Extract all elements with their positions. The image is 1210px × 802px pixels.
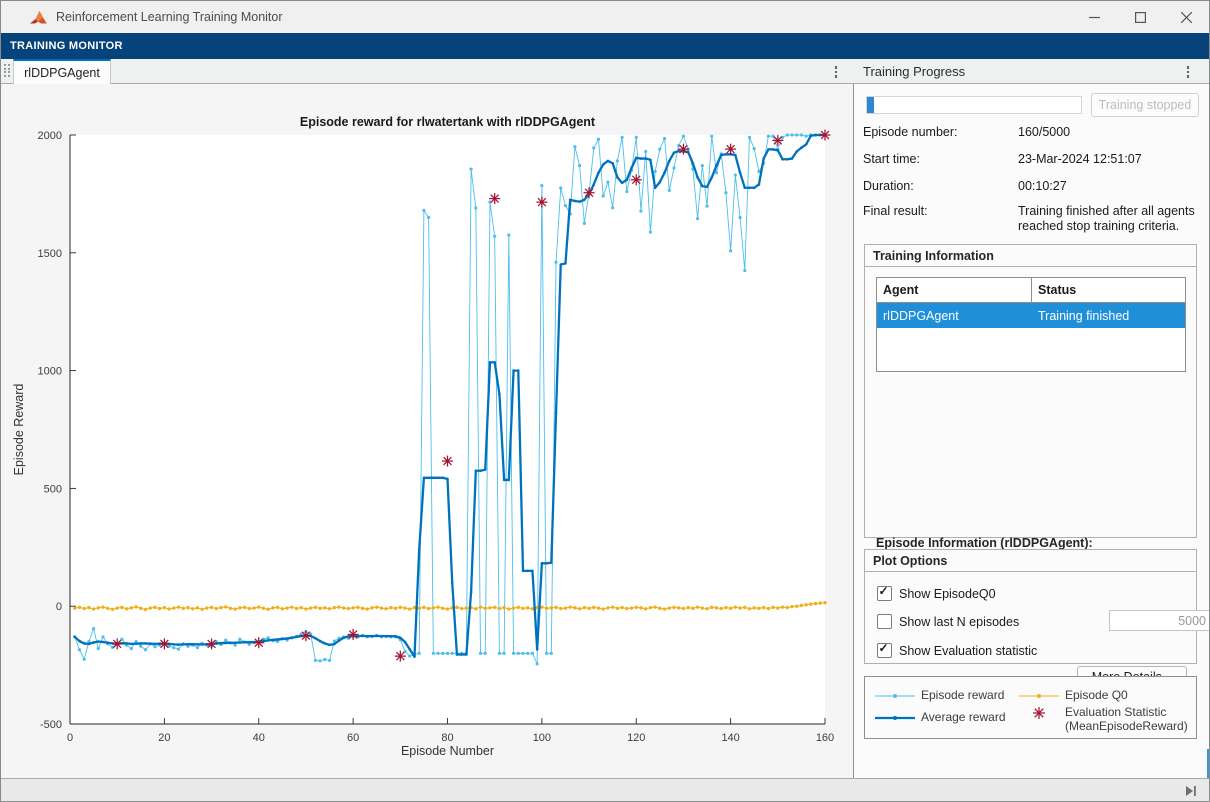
expand-panel-icon[interactable]	[1184, 784, 1198, 798]
option-show-last-n-episodes: Show last N episodes	[877, 614, 1019, 629]
svg-text:0: 0	[67, 732, 73, 744]
chart-legend: Episode reward Average reward Episode Q0…	[864, 676, 1197, 739]
svg-text:80: 80	[441, 732, 453, 744]
main-area: -500 0 500 1000 1500 2000 0 20 40 60 80 100 120 140 16…	[1, 84, 1209, 778]
svg-text:140: 140	[721, 732, 739, 744]
svg-text:40: 40	[253, 732, 265, 744]
training-progress-panel-title: Training Progress	[863, 59, 965, 84]
status-bar	[1, 778, 1209, 802]
svg-text:1500: 1500	[38, 248, 62, 260]
svg-text:0: 0	[56, 601, 62, 613]
average-reward-swatch-icon	[873, 710, 917, 726]
column-header-status: Status	[1032, 278, 1185, 302]
option-show-evaluation-statistic: Show Evaluation statistic	[877, 643, 1037, 658]
plot-options-header: Plot Options	[865, 550, 1196, 572]
chart-panel: -500 0 500 1000 1500 2000 0 20 40 60 80 100 120 140 16…	[1, 84, 853, 778]
progress-actions-menu-icon[interactable]	[1179, 63, 1197, 81]
show-last-n-episodes-checkbox[interactable]	[877, 614, 892, 629]
titlebar: Reinforcement Learning Training Monitor	[1, 1, 1209, 33]
field-label: Start time:	[863, 152, 1018, 167]
app-window: Reinforcement Learning Training Monitor …	[0, 0, 1210, 802]
window-title: Reinforcement Learning Training Monitor	[56, 10, 283, 24]
toolstrip: TRAINING MONITOR	[1, 33, 1209, 59]
table-header-row: Agent Status	[877, 278, 1185, 303]
chart-actions-menu-icon[interactable]	[827, 63, 845, 81]
svg-text:Episode reward for rlwatertank: Episode reward for rlwatertank with rlDD…	[300, 115, 596, 129]
field-value: 00:10:27	[1018, 179, 1199, 194]
agent-status-table: Agent Status rlDDPGAgent Training finish…	[876, 277, 1186, 372]
legend-label: Episode reward	[921, 688, 1004, 702]
legend-item-average-reward: Average reward	[873, 710, 1006, 726]
plot-options-section: Plot Options Show EpisodeQ0 Show last N …	[864, 549, 1197, 664]
field-label: Final result:	[863, 204, 1018, 234]
tab-rlddpgagent[interactable]: rlDDPGAgent	[13, 59, 111, 84]
training-information-section: Training Information Agent Status rlDDPG…	[864, 244, 1197, 538]
legend-item-evaluation-statistic: Evaluation Statistic (MeanEpisodeReward)	[1017, 705, 1197, 733]
drag-handle-icon[interactable]	[4, 64, 12, 79]
training-information-header: Training Information	[865, 245, 1196, 267]
maximize-button[interactable]	[1117, 1, 1163, 33]
svg-text:1000: 1000	[38, 366, 62, 378]
legend-label: Evaluation Statistic (MeanEpisodeReward)	[1065, 705, 1197, 733]
maximize-icon	[1135, 12, 1146, 23]
svg-text:Episode Number: Episode Number	[401, 744, 494, 758]
legend-item-episode-reward: Episode reward	[873, 688, 1004, 704]
column-header-agent: Agent	[877, 278, 1032, 302]
episode-q0-swatch-icon	[1017, 688, 1061, 704]
training-stopped-button[interactable]: Training stopped	[1091, 93, 1199, 117]
close-button[interactable]	[1163, 1, 1209, 33]
field-duration: Duration: 00:10:27	[863, 179, 1199, 194]
svg-text:20: 20	[158, 732, 170, 744]
field-value: 160/5000	[1018, 125, 1199, 140]
tab-label: rlDDPGAgent	[24, 66, 100, 80]
toolstrip-tab-training-monitor[interactable]: TRAINING MONITOR	[10, 40, 123, 52]
svg-text:120: 120	[627, 732, 645, 744]
svg-text:100: 100	[533, 732, 551, 744]
training-reward-chart: -500 0 500 1000 1500 2000 0 20 40 60 80 100 120 140 16…	[1, 84, 853, 778]
checkbox-label: Show Evaluation statistic	[899, 644, 1037, 658]
svg-text:500: 500	[44, 483, 62, 495]
field-value: 23-Mar-2024 12:51:07	[1018, 152, 1199, 167]
svg-text:2000: 2000	[38, 130, 62, 142]
option-show-episodeq0: Show EpisodeQ0	[877, 586, 996, 601]
field-value: Training finished after all agents reach…	[1018, 204, 1199, 234]
cell-agent: rlDDPGAgent	[877, 303, 1032, 328]
episode-information-title: Episode Information (rlDDPGAgent):	[876, 536, 1093, 550]
show-evaluation-statistic-checkbox[interactable]	[877, 643, 892, 658]
svg-text:Episode Reward: Episode Reward	[12, 384, 26, 476]
minimize-button[interactable]	[1071, 1, 1117, 33]
table-empty-area	[877, 328, 1185, 371]
matlab-logo-icon	[30, 10, 47, 25]
svg-text:60: 60	[347, 732, 359, 744]
cell-status: Training finished	[1032, 303, 1185, 328]
field-start-time: Start time: 23-Mar-2024 12:51:07	[863, 152, 1199, 167]
field-final-result: Final result: Training finished after al…	[863, 204, 1199, 234]
episode-reward-swatch-icon	[873, 688, 917, 704]
table-row[interactable]: rlDDPGAgent Training finished	[877, 303, 1185, 328]
checkbox-label: Show last N episodes	[899, 615, 1019, 629]
training-progress-bar	[866, 96, 1082, 114]
evaluation-statistic-asterisk-icon	[1017, 705, 1061, 721]
svg-text:-500: -500	[40, 719, 62, 731]
document-bar: rlDDPGAgent Training Progress	[1, 59, 1209, 84]
close-icon	[1181, 12, 1192, 23]
n-episodes-input[interactable]	[1109, 610, 1210, 631]
legend-label: Average reward	[921, 710, 1006, 724]
field-label: Duration:	[863, 179, 1018, 194]
checkbox-label: Show EpisodeQ0	[899, 587, 996, 601]
svg-text:160: 160	[816, 732, 834, 744]
training-progress-fill	[867, 97, 874, 113]
legend-item-episode-q0: Episode Q0	[1017, 688, 1128, 704]
minimize-icon	[1089, 12, 1100, 23]
legend-label: Episode Q0	[1065, 688, 1128, 702]
field-episode-number: Episode number: 160/5000	[863, 125, 1199, 140]
field-label: Episode number:	[863, 125, 1018, 140]
show-episodeq0-checkbox[interactable]	[877, 586, 892, 601]
side-panel: Training stopped Episode number: 160/500…	[853, 84, 1210, 778]
